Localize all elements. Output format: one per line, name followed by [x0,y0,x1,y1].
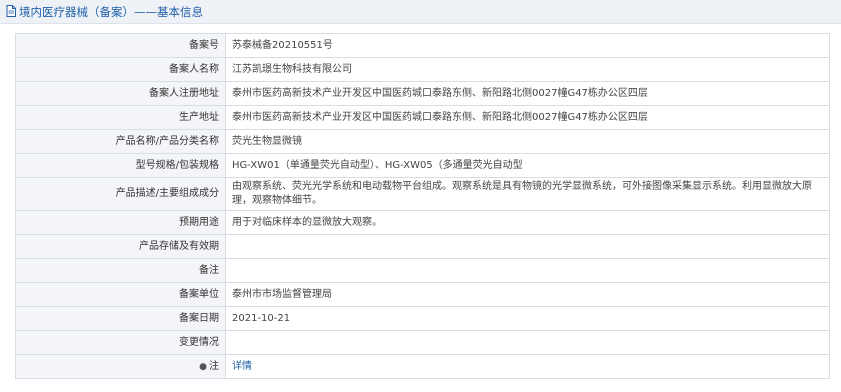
table-row: ● 注 详情 [15,354,830,379]
row-value [225,258,830,283]
row-label: 预期用途 [15,210,226,235]
document-icon [6,4,16,21]
row-value: 荧光生物显微镜 [225,129,830,154]
row-label: 备案日期 [15,306,226,331]
row-label: 备案号 [15,33,226,58]
row-value: 2021-10-21 [225,306,830,331]
row-value: 由观察系统、荧光光学系统和电动载物平台组成。观察系统是具有物镜的光学显微系统，可… [225,177,830,211]
info-table: 备案号 苏泰械备20210551号 备案人名称 江苏凯璟生物科技有限公司 备案人… [15,33,830,379]
row-label: 产品存储及有效期 [15,234,226,259]
row-label: 型号规格/包装规格 [15,153,226,178]
table-row: 产品存储及有效期 [15,234,830,259]
row-value: 泰州市医药高新技术产业开发区中国医药城口泰路东侧、新阳路北侧0027幢G47栋办… [225,105,830,130]
table-row: 备案日期 2021-10-21 [15,306,830,331]
table-row: 备案人名称 江苏凯璟生物科技有限公司 [15,57,830,82]
table-row: 生产地址 泰州市医药高新技术产业开发区中国医药城口泰路东侧、新阳路北侧0027幢… [15,105,830,130]
table-row: 备案号 苏泰械备20210551号 [15,33,830,58]
row-value: 苏泰械备20210551号 [225,33,830,58]
row-value: 泰州市医药高新技术产业开发区中国医药城口泰路东侧、新阳路北侧0027幢G47栋办… [225,81,830,106]
row-label: 生产地址 [15,105,226,130]
table-row: 预期用途 用于对临床样本的显微放大观察。 [15,210,830,235]
row-value: 用于对临床样本的显微放大观察。 [225,210,830,235]
table-row: 产品名称/产品分类名称 荧光生物显微镜 [15,129,830,154]
row-value [225,234,830,259]
pin-icon: ● [199,361,207,372]
row-label: 产品描述/主要组成成分 [15,177,226,211]
table-row: 型号规格/包装规格 HG-XW01（单通量荧光自动型）、HG-XW05（多通量荧… [15,153,830,178]
detail-link[interactable]: 详情 [232,361,252,372]
note-value: 详情 [225,354,830,379]
row-value: 江苏凯璟生物科技有限公司 [225,57,830,82]
note-label-text: 注 [209,360,219,372]
note-label: ● 注 [15,354,226,379]
page-header: 境内医疗器械（备案）——基本信息 [0,0,841,24]
row-value: 泰州市市场监督管理局 [225,282,830,307]
row-label: 备案人注册地址 [15,81,226,106]
page-title-text: 境内医疗器械（备案）——基本信息 [19,5,203,19]
row-value [225,330,830,355]
table-row: 备案人注册地址 泰州市医药高新技术产业开发区中国医药城口泰路东侧、新阳路北侧00… [15,81,830,106]
row-label: 备案人名称 [15,57,226,82]
row-label: 备注 [15,258,226,283]
row-label: 变更情况 [15,330,226,355]
row-value: HG-XW01（单通量荧光自动型）、HG-XW05（多通量荧光自动型 [225,153,830,178]
row-label: 备案单位 [15,282,226,307]
row-label: 产品名称/产品分类名称 [15,129,226,154]
table-row: 产品描述/主要组成成分 由观察系统、荧光光学系统和电动载物平台组成。观察系统是具… [15,177,830,211]
table-row: 备案单位 泰州市市场监督管理局 [15,282,830,307]
table-row: 备注 [15,258,830,283]
page-title: 境内医疗器械（备案）——基本信息 [6,4,203,21]
table-row: 变更情况 [15,330,830,355]
